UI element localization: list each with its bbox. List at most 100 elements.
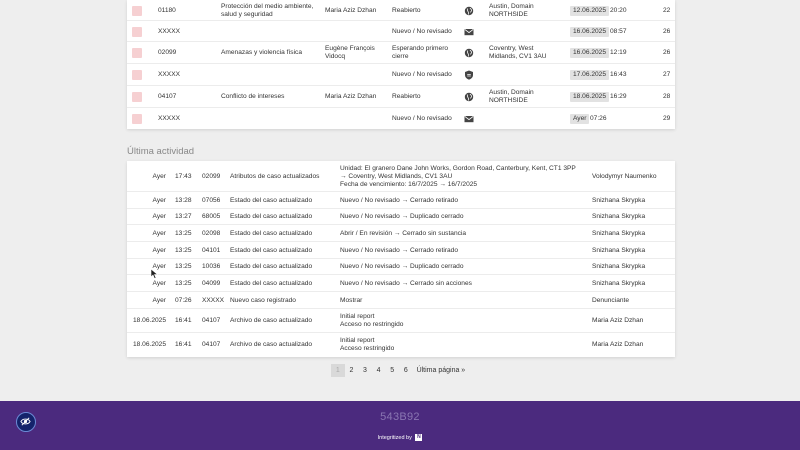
case-id: XXXXX	[158, 114, 180, 122]
case-category	[221, 111, 321, 127]
activity-detail-line: Initial report	[340, 313, 375, 320]
activity-detail: Initial report Acceso restringido	[340, 337, 580, 353]
globe-icon	[464, 92, 474, 102]
activity-case-id: 10036	[202, 263, 221, 270]
row-checkbox[interactable]	[132, 48, 142, 58]
cases-table: 01180 Protección del medio ambiente, salu…	[127, 0, 675, 129]
activity-action: Estado del caso actualizado	[230, 213, 313, 220]
activity-user: Snizhana Skrypka	[592, 229, 646, 237]
activity-row: Ayer 13:25 02098 Estado del caso actualizad…	[127, 225, 675, 242]
activity-detail-line: Initial report	[340, 337, 375, 344]
case-time: 07:26	[590, 114, 607, 122]
activity-time: 16:41	[175, 317, 192, 324]
activity-detail: Initial report Acceso no restringido	[340, 313, 580, 329]
case-row[interactable]: XXXXX Nuevo / No revisado 17.06.2025 16:43 2…	[127, 64, 675, 86]
case-category	[221, 67, 321, 83]
activity-day: Ayer	[152, 246, 166, 254]
last-page-link[interactable]: Última página »	[417, 364, 466, 377]
page-link-6[interactable]: 6	[399, 364, 413, 377]
mouse-cursor-icon	[151, 269, 158, 279]
activity-case-id: XXXXX	[202, 296, 224, 304]
activity-detail-line: Fecha de vencimiento: 16/7/2025 → 16/7/2…	[340, 180, 478, 188]
row-checkbox[interactable]	[132, 92, 142, 102]
case-category	[221, 24, 321, 40]
case-date: 17.06.2025	[570, 70, 610, 80]
case-id: 01180	[158, 6, 176, 14]
activity-row: Ayer 13:27 68005 Estado del caso actualizad…	[127, 209, 675, 225]
activity-detail-line: Unidad: El granero Dane John Works, Gord…	[340, 164, 576, 180]
activity-day: 18.06.2025	[132, 341, 166, 348]
case-row[interactable]: 04107 Conflicto de intereses Maria Aziz Dz…	[127, 86, 675, 108]
activity-detail: Nuevo / No revisado → Cerrado retirado	[340, 247, 580, 255]
activity-user: Maria Aziz Dzhan	[592, 317, 644, 324]
activity-time: 13:25	[175, 229, 192, 237]
case-status: Nuevo / No revisado	[392, 114, 452, 122]
activity-case-id: 04107	[202, 317, 221, 324]
activity-action: Estado del caso actualizado	[230, 246, 313, 254]
activity-action: Nuevo caso registrado	[230, 296, 296, 304]
activity-user: Snizhana Skrypka	[592, 246, 646, 254]
case-row[interactable]: XXXXX Nuevo / No revisado Ayer 07:26 29	[127, 108, 675, 129]
activity-action: Estado del caso actualizado	[230, 279, 313, 287]
page-link-5[interactable]: 5	[385, 364, 399, 377]
row-checkbox[interactable]	[132, 26, 142, 37]
activity-detail: Abrir / En revisión → Cerrado sin sustan…	[340, 230, 580, 238]
row-checkbox[interactable]	[132, 113, 142, 124]
case-count: 26	[663, 49, 671, 56]
case-row[interactable]: 01180 Protección del medio ambiente, salu…	[127, 0, 675, 21]
activity-time: 13:25	[175, 279, 192, 287]
case-time: 08:57	[610, 27, 627, 35]
footer-brand: Integritized by N	[0, 434, 800, 441]
activity-case-id: 68005	[202, 213, 221, 220]
page-link-4[interactable]: 4	[372, 364, 386, 377]
activity-user: Denunciante	[592, 296, 630, 304]
case-location	[489, 24, 561, 40]
activity-detail-line: Abrir / En revisión → Cerrado sin sustan…	[340, 229, 467, 237]
case-date: 12.06.2025	[570, 5, 610, 16]
activity-action: Archivo de caso actualizado	[230, 317, 313, 324]
case-row[interactable]: 02099 Amenazas y violencia física Eugène F…	[127, 42, 675, 64]
activity-time: 13:25	[175, 263, 192, 270]
case-status: Nuevo / No revisado	[392, 27, 452, 35]
page-link-1[interactable]: 1	[331, 364, 345, 377]
case-person	[325, 111, 387, 127]
eye-slash-icon	[20, 417, 31, 426]
activity-row: Ayer 13:28 07056 Estado del caso actualizad…	[127, 192, 675, 209]
activity-case-id: 02098	[202, 229, 221, 237]
brand-logo-icon: N	[415, 434, 423, 441]
activity-case-id: 04099	[202, 279, 221, 287]
case-id: 02099	[158, 49, 177, 56]
activity-row: Ayer 13:25 04101 Estado del caso actualizad…	[127, 242, 675, 259]
activity-action: Estado del caso actualizado	[230, 263, 313, 270]
page-link-2[interactable]: 2	[345, 364, 359, 377]
case-location	[489, 67, 561, 83]
case-time: 12:19	[610, 49, 627, 56]
case-count: 22	[663, 6, 671, 14]
case-count: 28	[663, 93, 671, 100]
case-row[interactable]: XXXXX Nuevo / No revisado 16.06.2025 08:57 2…	[127, 21, 675, 42]
case-count: 27	[663, 71, 671, 78]
activity-action: Archivo de caso actualizado	[230, 341, 313, 348]
activity-time: 13:28	[175, 196, 192, 204]
visibility-toggle-button[interactable]	[16, 412, 36, 432]
activity-detail-line: Nuevo / No revisado → Cerrado retirado	[340, 246, 459, 254]
case-time: 16:29	[610, 93, 627, 100]
activity-day: Ayer	[152, 213, 166, 220]
page-link-3[interactable]: 3	[358, 364, 372, 377]
case-date: 16.06.2025	[570, 48, 610, 58]
activity-action: Atributos de caso actualizados	[230, 172, 320, 180]
activity-user: Volodymyr Naumenko	[592, 172, 657, 180]
activity-detail[interactable]: Mostrar	[340, 297, 580, 305]
activity-detail-line: Nuevo / No revisado → Duplicado cerrado	[340, 263, 464, 270]
case-person: Maria Aziz Dzhan	[325, 6, 377, 14]
activity-case-id: 07056	[202, 196, 221, 204]
row-checkbox[interactable]	[132, 70, 142, 80]
activity-time: 17:43	[175, 172, 192, 180]
case-time: 20:20	[610, 6, 627, 14]
activity-table: Ayer 17:43 02099 Atributos de caso actualiz…	[127, 161, 675, 357]
activity-row: Ayer 13:25 04099 Estado del caso actualizad…	[127, 275, 675, 292]
row-checkbox[interactable]	[132, 5, 142, 16]
activity-time: 13:25	[175, 246, 192, 254]
case-date: 16.06.2025	[570, 26, 610, 37]
case-time: 16:43	[610, 71, 627, 78]
